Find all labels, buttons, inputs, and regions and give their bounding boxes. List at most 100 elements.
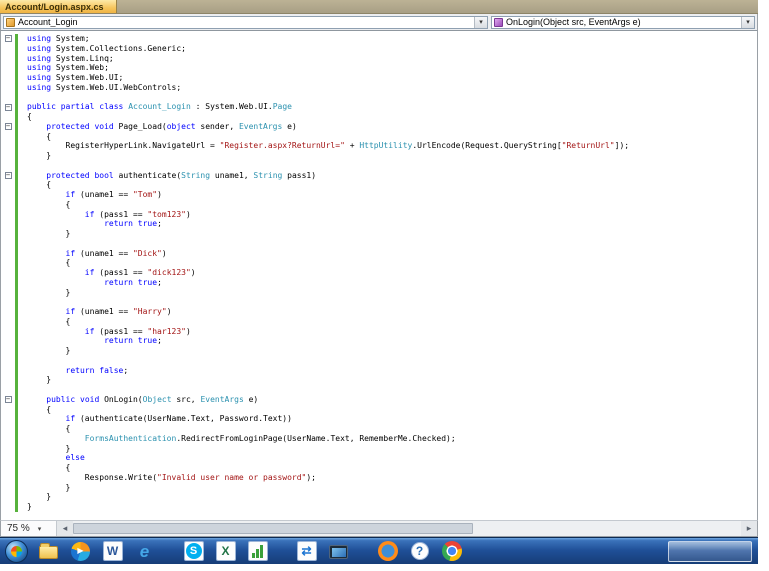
types-dropdown-arrow-icon[interactable]: ▾ [474, 16, 488, 28]
chart-bars [252, 544, 263, 558]
code-line: { [1, 424, 757, 434]
fold-toggle[interactable]: − [1, 122, 15, 132]
taskbar-item-display-tool[interactable] [325, 539, 352, 563]
members-dropdown[interactable]: OnLogin(Object src, EventArgs e) ▾ [491, 15, 755, 29]
change-tracking-bar [15, 180, 18, 190]
collapse-icon[interactable]: − [4, 123, 12, 131]
taskbar-item-internet-explorer[interactable]: e [131, 539, 158, 563]
change-tracking-bar [15, 404, 18, 415]
method-icon [494, 17, 504, 27]
collapse-icon[interactable]: − [4, 171, 12, 179]
code-token: (pass1 == [94, 326, 148, 336]
code-line: if (uname1 == "Tom") [1, 190, 757, 200]
zoom-control[interactable]: 75 % ▾ [1, 521, 57, 536]
change-tracking-bar [15, 375, 18, 385]
code-token: { [27, 424, 71, 433]
taskbar-item-explorer[interactable] [35, 539, 62, 563]
horizontal-scrollbar[interactable]: ◂ ▸ [57, 521, 757, 536]
code-text: } [27, 229, 71, 239]
collapse-icon[interactable]: − [4, 103, 12, 111]
code-token: using [27, 43, 52, 53]
code-token: } [27, 443, 71, 453]
fold-toggle[interactable]: − [1, 102, 15, 112]
scrollbar-thumb[interactable] [73, 523, 473, 534]
fold-margin [1, 258, 15, 268]
code-token: return [65, 365, 95, 375]
taskbar-item-excel[interactable]: X [212, 539, 239, 563]
code-token: e) [243, 394, 259, 404]
taskbar-item-word[interactable]: W [99, 539, 126, 563]
fold-toggle[interactable]: − [1, 171, 15, 181]
change-tracking-bar [15, 268, 18, 278]
fold-margin [1, 375, 15, 385]
code-line: } [1, 443, 757, 454]
tab-title: Account/Login.aspx.cs [5, 1, 104, 12]
taskbar-item-media-player[interactable]: ▶ [67, 539, 94, 563]
code-token: { [27, 463, 71, 472]
collapse-icon[interactable]: − [4, 35, 12, 43]
code-line: { [1, 316, 757, 327]
code-token: true [137, 277, 158, 287]
fold-toggle[interactable]: − [1, 395, 15, 405]
code-line: return true; [1, 277, 757, 288]
code-line: { [1, 112, 757, 122]
code-token: ) [157, 190, 162, 199]
taskbar-open-window-button[interactable] [668, 540, 752, 562]
code-token: ; [123, 365, 129, 375]
code-token: using [27, 63, 52, 73]
fold-margin [1, 327, 15, 337]
fold-margin [1, 288, 15, 298]
code-editor[interactable]: − using System; using System.Collections.G… [0, 31, 758, 520]
taskbar-item-chart-tool[interactable] [244, 539, 271, 563]
taskbar-item-sync-tool[interactable]: ⇄ [293, 539, 320, 563]
tab-account-login[interactable]: Account/Login.aspx.cs [0, 0, 117, 13]
code-token: (uname1 == [75, 307, 133, 316]
code-token: ; [157, 219, 162, 229]
taskbar-item-help[interactable]: ? [406, 539, 433, 563]
code-line: − protected void Page_Load(object sender… [1, 121, 757, 132]
code-token: ) [185, 326, 191, 336]
taskbar-item-web-browser[interactable] [374, 539, 401, 563]
code-token: if [84, 268, 95, 277]
code-token: if [65, 190, 76, 199]
change-tracking-bar [15, 151, 18, 161]
taskbar-item-chrome[interactable] [438, 539, 465, 563]
fold-margin [1, 229, 15, 239]
code-token: e) [282, 121, 297, 131]
change-tracking-bar [15, 102, 18, 112]
change-tracking-bar [15, 316, 18, 327]
code-token: using [27, 82, 52, 92]
code-token: ) [185, 209, 191, 219]
zoom-caret-icon[interactable]: ▾ [38, 525, 42, 533]
code-token: return [104, 277, 133, 287]
code-line [1, 297, 757, 307]
change-tracking-bar [15, 453, 18, 463]
fold-toggle[interactable]: − [1, 34, 15, 44]
code-token: "dick123" [147, 268, 191, 277]
code-token: Object [142, 394, 172, 404]
scroll-right-button[interactable]: ▸ [741, 521, 757, 536]
taskbar-item-skype[interactable]: S [180, 539, 207, 563]
editor-bottom-bar: 75 % ▾ ◂ ▸ [0, 520, 758, 537]
fold-margin [1, 444, 15, 454]
members-dropdown-value: OnLogin(Object src, EventArgs e) [506, 17, 641, 27]
fold-margin [1, 268, 15, 278]
scrollbar-track[interactable] [473, 521, 741, 536]
code-token: } [27, 375, 52, 385]
code-token: "Tom" [132, 190, 158, 199]
code-text: { [27, 112, 32, 122]
taskbar-item-start[interactable] [3, 539, 30, 563]
code-line: return true; [1, 219, 757, 229]
code-token: { [27, 180, 52, 190]
collapse-icon[interactable]: − [4, 396, 12, 404]
scroll-left-button[interactable]: ◂ [57, 521, 73, 536]
members-dropdown-arrow-icon[interactable]: ▾ [741, 16, 754, 28]
types-dropdown[interactable]: Account_Login ▾ [3, 15, 489, 29]
code-token: { [27, 199, 71, 209]
code-line: using System.Linq; [1, 53, 757, 64]
